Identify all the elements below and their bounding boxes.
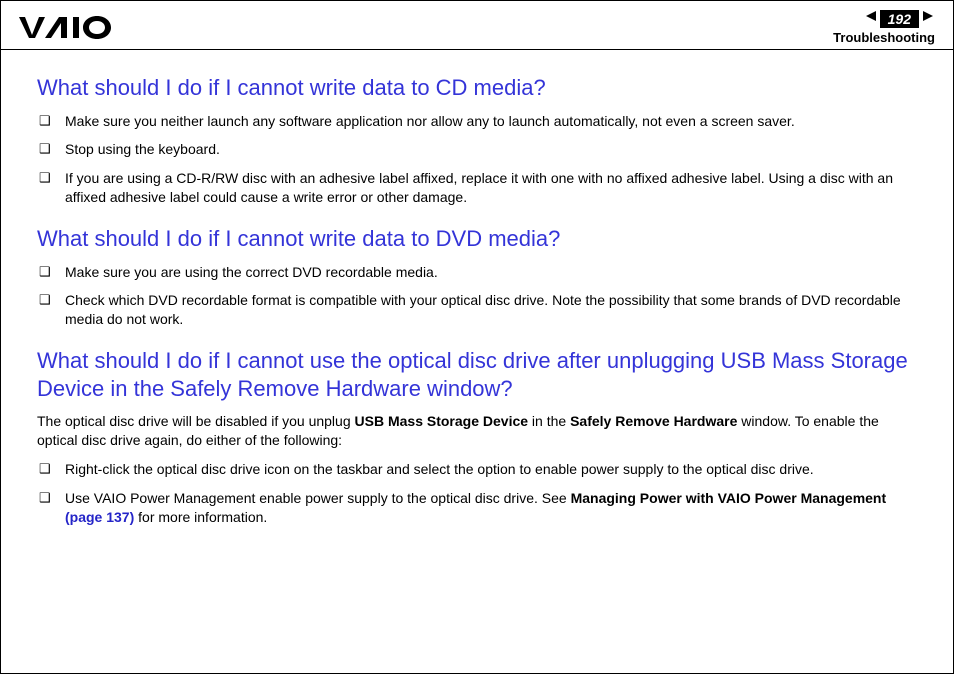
page-number: 192	[880, 10, 919, 28]
intro-paragraph: The optical disc drive will be disabled …	[37, 412, 917, 450]
text: The optical disc drive will be disabled …	[37, 413, 355, 429]
list-optical: Right-click the optical disc drive icon …	[37, 460, 917, 527]
text: Use VAIO Power Management enable power s…	[65, 490, 571, 506]
header-right: 192 Troubleshooting	[833, 9, 935, 45]
list-item: Make sure you are using the correct DVD …	[37, 263, 917, 282]
page-link[interactable]: (page 137)	[65, 509, 134, 525]
page-header: 192 Troubleshooting	[1, 1, 953, 50]
heading-cd: What should I do if I cannot write data …	[37, 74, 917, 102]
text: in the	[528, 413, 570, 429]
page-nav: 192	[833, 9, 935, 28]
document-page: 192 Troubleshooting What should I do if …	[0, 0, 954, 674]
list-item: Right-click the optical disc drive icon …	[37, 460, 917, 479]
vaio-logo	[19, 15, 129, 39]
list-item: Use VAIO Power Management enable power s…	[37, 489, 917, 527]
list-item: Check which DVD recordable format is com…	[37, 291, 917, 329]
page-content: What should I do if I cannot write data …	[1, 50, 953, 527]
list-cd: Make sure you neither launch any softwar…	[37, 112, 917, 208]
heading-dvd: What should I do if I cannot write data …	[37, 225, 917, 253]
prev-page-icon[interactable]	[864, 9, 878, 28]
list-item: Stop using the keyboard.	[37, 140, 917, 159]
next-page-icon[interactable]	[921, 9, 935, 28]
bold-text: USB Mass Storage Device	[355, 413, 529, 429]
list-dvd: Make sure you are using the correct DVD …	[37, 263, 917, 330]
heading-optical: What should I do if I cannot use the opt…	[37, 347, 917, 402]
list-item: If you are using a CD-R/RW disc with an …	[37, 169, 917, 207]
bold-text: Managing Power with VAIO Power Managemen…	[571, 490, 887, 506]
section-label: Troubleshooting	[833, 30, 935, 45]
text: for more information.	[134, 509, 267, 525]
list-item: Make sure you neither launch any softwar…	[37, 112, 917, 131]
bold-text: Safely Remove Hardware	[570, 413, 737, 429]
